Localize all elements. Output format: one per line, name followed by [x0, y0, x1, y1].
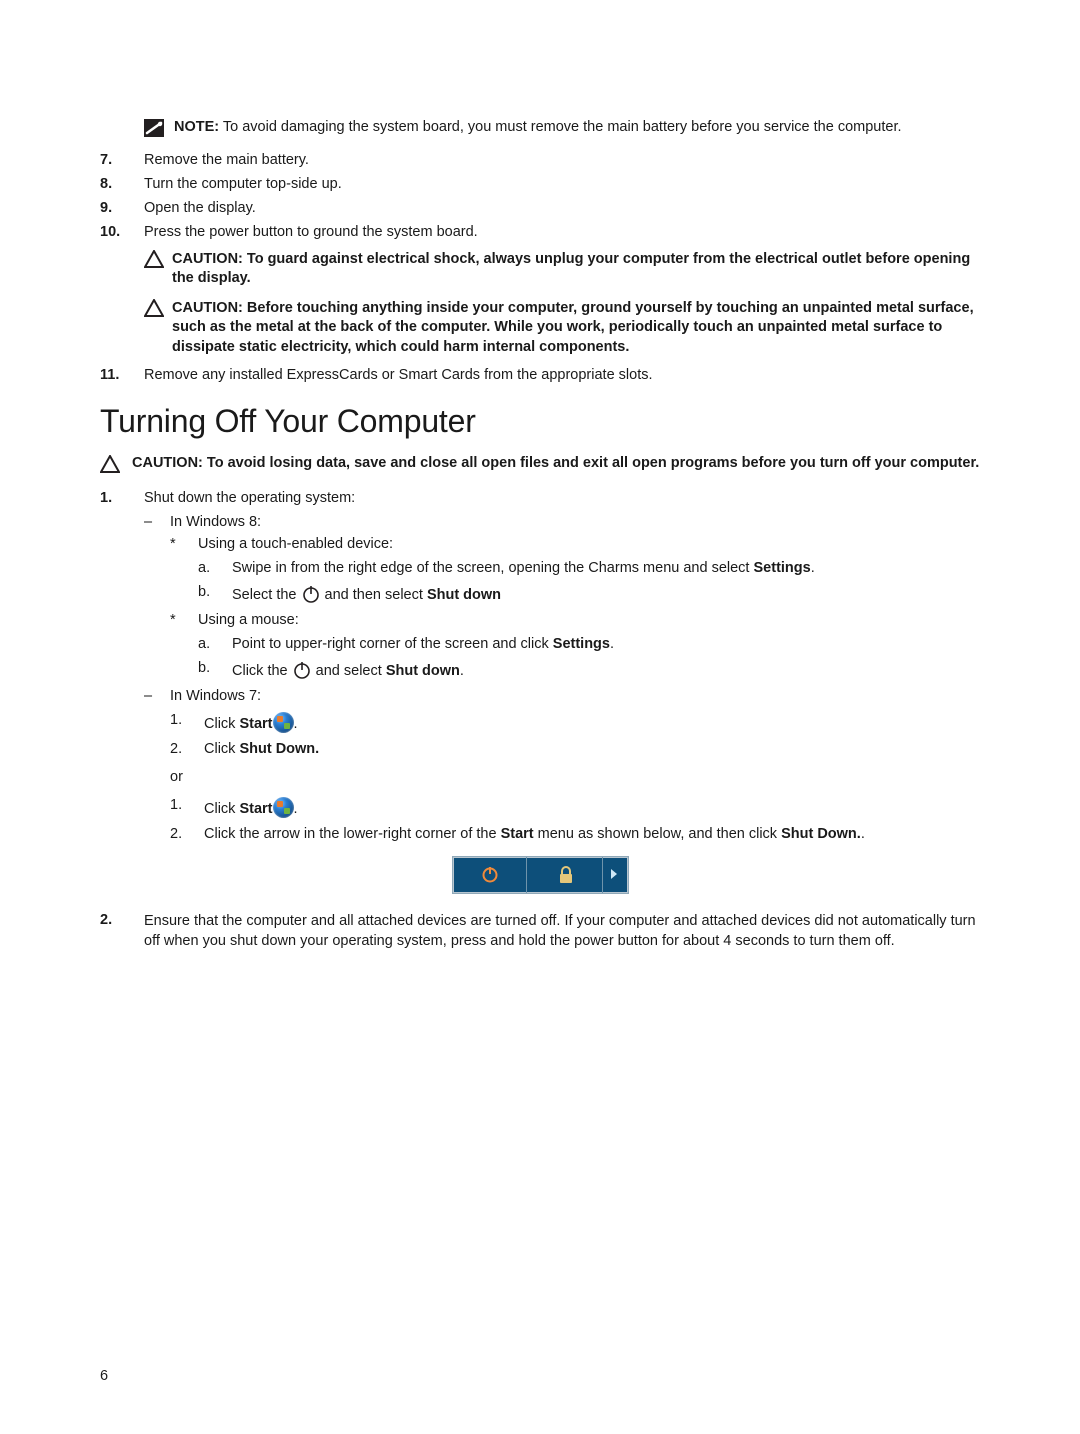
dash-windows7: – In Windows 7: [144, 688, 980, 704]
star-mouse: * Using a mouse: [170, 612, 980, 628]
section-heading: Turning Off Your Computer [100, 403, 980, 440]
page-number: 6 [100, 1368, 108, 1384]
step-10: 10. Press the power button to ground the… [100, 224, 980, 240]
caution-icon [100, 455, 120, 474]
caution-admonition-3: CAUTION: To avoid losing data, save and … [100, 454, 980, 474]
caution-icon [144, 250, 164, 289]
arrow-right-icon [611, 869, 617, 879]
power-icon [301, 584, 321, 604]
w8-mouse-b: b. Click the and select Shut down. [198, 660, 980, 680]
dash-windows8: – In Windows 8: [144, 514, 980, 530]
caution-icon [144, 299, 164, 358]
note-admonition: NOTE: To avoid damaging the system board… [144, 118, 980, 138]
or-separator: or [170, 769, 980, 785]
w8-touch-a: a. Swipe in from the right edge of the s… [198, 560, 980, 576]
w7b-step-2: 2. Click the arrow in the lower-right co… [170, 826, 980, 842]
step-7: 7. Remove the main battery. [100, 152, 980, 168]
document-page: NOTE: To avoid damaging the system board… [0, 0, 1080, 1434]
w8-mouse-a: a. Point to upper-right corner of the sc… [198, 636, 980, 652]
start-menu-shutdown-illustration [452, 856, 629, 894]
step-b2: 2. Ensure that the computer and all atta… [100, 912, 980, 951]
w7-step-2: 2. Click Shut Down. [170, 741, 980, 757]
w8-touch-b: b. Select the and then select Shut down [198, 584, 980, 604]
power-icon [292, 660, 312, 680]
note-icon [144, 119, 164, 138]
start-orb-icon [273, 712, 294, 733]
star-touch: * Using a touch-enabled device: [170, 536, 980, 552]
start-orb-icon [273, 797, 294, 818]
w7-step-1: 1. Click Start. [170, 712, 980, 733]
step-8: 8. Turn the computer top-side up. [100, 176, 980, 192]
note-text: To avoid damaging the system board, you … [219, 119, 901, 135]
power-icon [481, 865, 499, 883]
step-9: 9. Open the display. [100, 200, 980, 216]
note-label: NOTE: [174, 119, 219, 135]
w7b-step-1: 1. Click Start. [170, 797, 980, 818]
step-11: 11. Remove any installed ExpressCards or… [100, 367, 980, 383]
step-b1: 1. Shut down the operating system: [100, 490, 980, 506]
caution-admonition-1: CAUTION: To guard against electrical sho… [144, 250, 980, 289]
caution-admonition-2: CAUTION: Before touching anything inside… [144, 299, 980, 358]
lock-icon [558, 866, 574, 884]
